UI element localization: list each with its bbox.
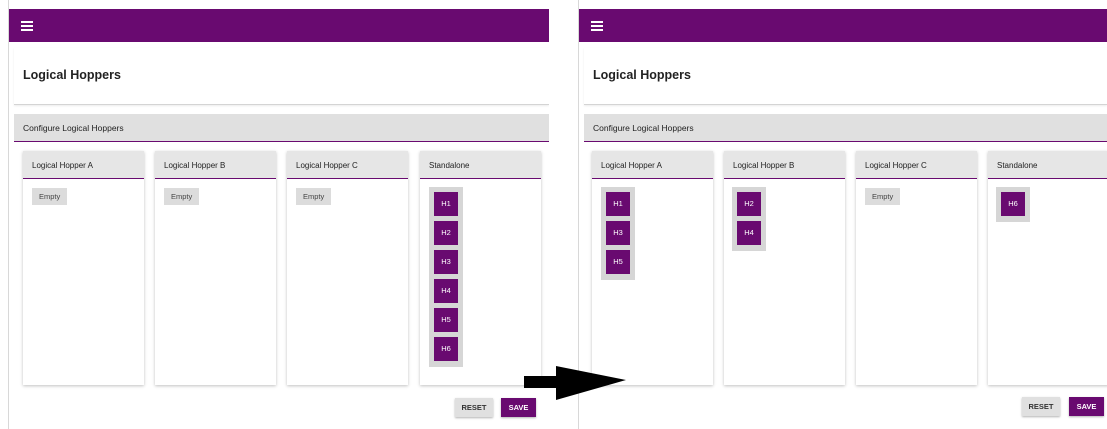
hopper-chip[interactable]: H5: [606, 250, 630, 274]
hopper-column-c[interactable]: Logical Hopper C Empty: [856, 151, 977, 385]
section-title: Configure Logical Hoppers: [23, 123, 124, 133]
hopper-chip[interactable]: H4: [737, 221, 761, 245]
hopper-chip[interactable]: H2: [737, 192, 761, 216]
column-header: Logical Hopper A: [592, 151, 713, 179]
hamburger-menu-icon[interactable]: [591, 21, 603, 31]
empty-placeholder: Empty: [296, 188, 332, 205]
hamburger-menu-icon[interactable]: [21, 21, 33, 31]
hopper-column-b[interactable]: Logical Hopper B Empty: [155, 151, 276, 385]
hopper-chip[interactable]: H2: [434, 221, 458, 245]
hopper-chip[interactable]: H1: [606, 192, 630, 216]
hopper-chip[interactable]: H4: [434, 279, 458, 303]
hopper-stack: H2 H4: [732, 187, 766, 251]
title-card: Logical Hoppers: [584, 48, 1107, 105]
reset-button[interactable]: RESET: [455, 398, 493, 417]
screen-before: Logical Hoppers Configure Logical Hopper…: [8, 0, 549, 429]
title-card: Logical Hoppers: [14, 48, 549, 105]
column-title: Logical Hopper A: [601, 161, 662, 170]
section-title: Configure Logical Hoppers: [593, 123, 694, 133]
hopper-chip[interactable]: H3: [434, 250, 458, 274]
hopper-stack: H1 H2 H3 H4 H5 H6: [429, 187, 463, 367]
screen-after: Logical Hoppers Configure Logical Hopper…: [578, 0, 1107, 429]
standalone-column[interactable]: Standalone H1 H2 H3 H4 H5 H6: [420, 151, 541, 385]
empty-placeholder: Empty: [32, 188, 68, 205]
app-bar: [579, 9, 1107, 42]
hopper-chip[interactable]: H1: [434, 192, 458, 216]
empty-placeholder: Empty: [164, 188, 200, 205]
standalone-column[interactable]: Standalone H6: [988, 151, 1107, 385]
column-title: Standalone: [997, 161, 1038, 170]
hopper-chip[interactable]: H5: [434, 308, 458, 332]
reset-button[interactable]: RESET: [1022, 397, 1060, 416]
column-title: Logical Hopper A: [32, 161, 93, 170]
save-button[interactable]: SAVE: [1069, 397, 1104, 416]
hopper-chip[interactable]: H3: [606, 221, 630, 245]
column-header: Logical Hopper B: [724, 151, 845, 179]
hopper-stack: H6: [996, 187, 1030, 222]
app-bar: [9, 9, 549, 42]
column-title: Logical Hopper B: [164, 161, 226, 170]
page-title: Logical Hoppers: [23, 68, 121, 82]
hopper-chip[interactable]: H6: [1001, 192, 1025, 216]
right-arrow-icon: [524, 366, 626, 400]
hopper-column-a[interactable]: Logical Hopper A Empty: [23, 151, 144, 385]
column-title: Standalone: [429, 161, 470, 170]
column-header: Standalone: [420, 151, 541, 179]
column-header: Logical Hopper A: [23, 151, 144, 179]
hopper-chip[interactable]: H6: [434, 337, 458, 361]
column-title: Logical Hopper B: [733, 161, 795, 170]
section-header: Configure Logical Hoppers: [584, 114, 1107, 142]
section-header: Configure Logical Hoppers: [14, 114, 549, 142]
column-title: Logical Hopper C: [865, 161, 927, 170]
hopper-column-b[interactable]: Logical Hopper B H2 H4: [724, 151, 845, 385]
column-header: Standalone: [988, 151, 1107, 179]
column-header: Logical Hopper C: [856, 151, 977, 179]
empty-placeholder: Empty: [865, 188, 901, 205]
hopper-column-c[interactable]: Logical Hopper C Empty: [287, 151, 408, 385]
column-header: Logical Hopper B: [155, 151, 276, 179]
column-title: Logical Hopper C: [296, 161, 358, 170]
page-title: Logical Hoppers: [593, 68, 691, 82]
column-header: Logical Hopper C: [287, 151, 408, 179]
hopper-column-a[interactable]: Logical Hopper A H1 H3 H5: [592, 151, 713, 385]
hopper-stack: H1 H3 H5: [601, 187, 635, 280]
